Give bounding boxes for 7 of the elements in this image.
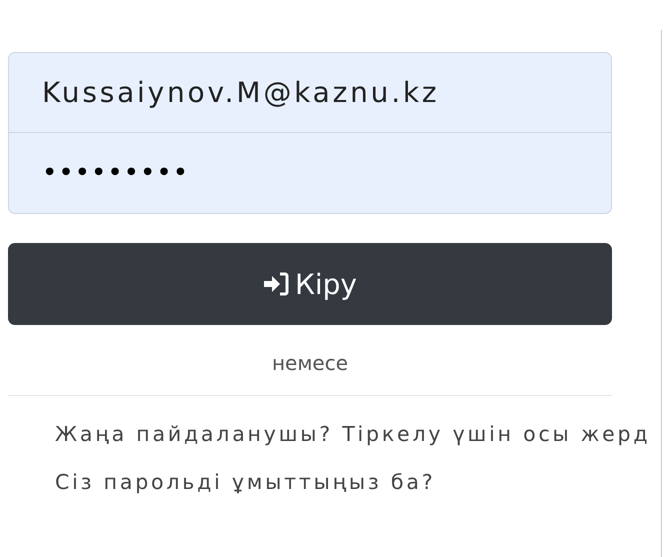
password-field[interactable]: ••••••••• (8, 133, 612, 214)
login-button[interactable]: Кіру (8, 243, 612, 325)
or-separator-text: немесе (270, 351, 350, 375)
register-link[interactable]: Жаңа пайдаланушы? Тіркелу үшін осы жерд (55, 422, 650, 446)
forgot-password-link[interactable]: Сіз парольді ұмыттыңыз ба? (55, 470, 436, 494)
email-field[interactable]: Kussaiynov.M@kaznu.kz (8, 52, 612, 133)
sign-in-icon (262, 272, 289, 296)
